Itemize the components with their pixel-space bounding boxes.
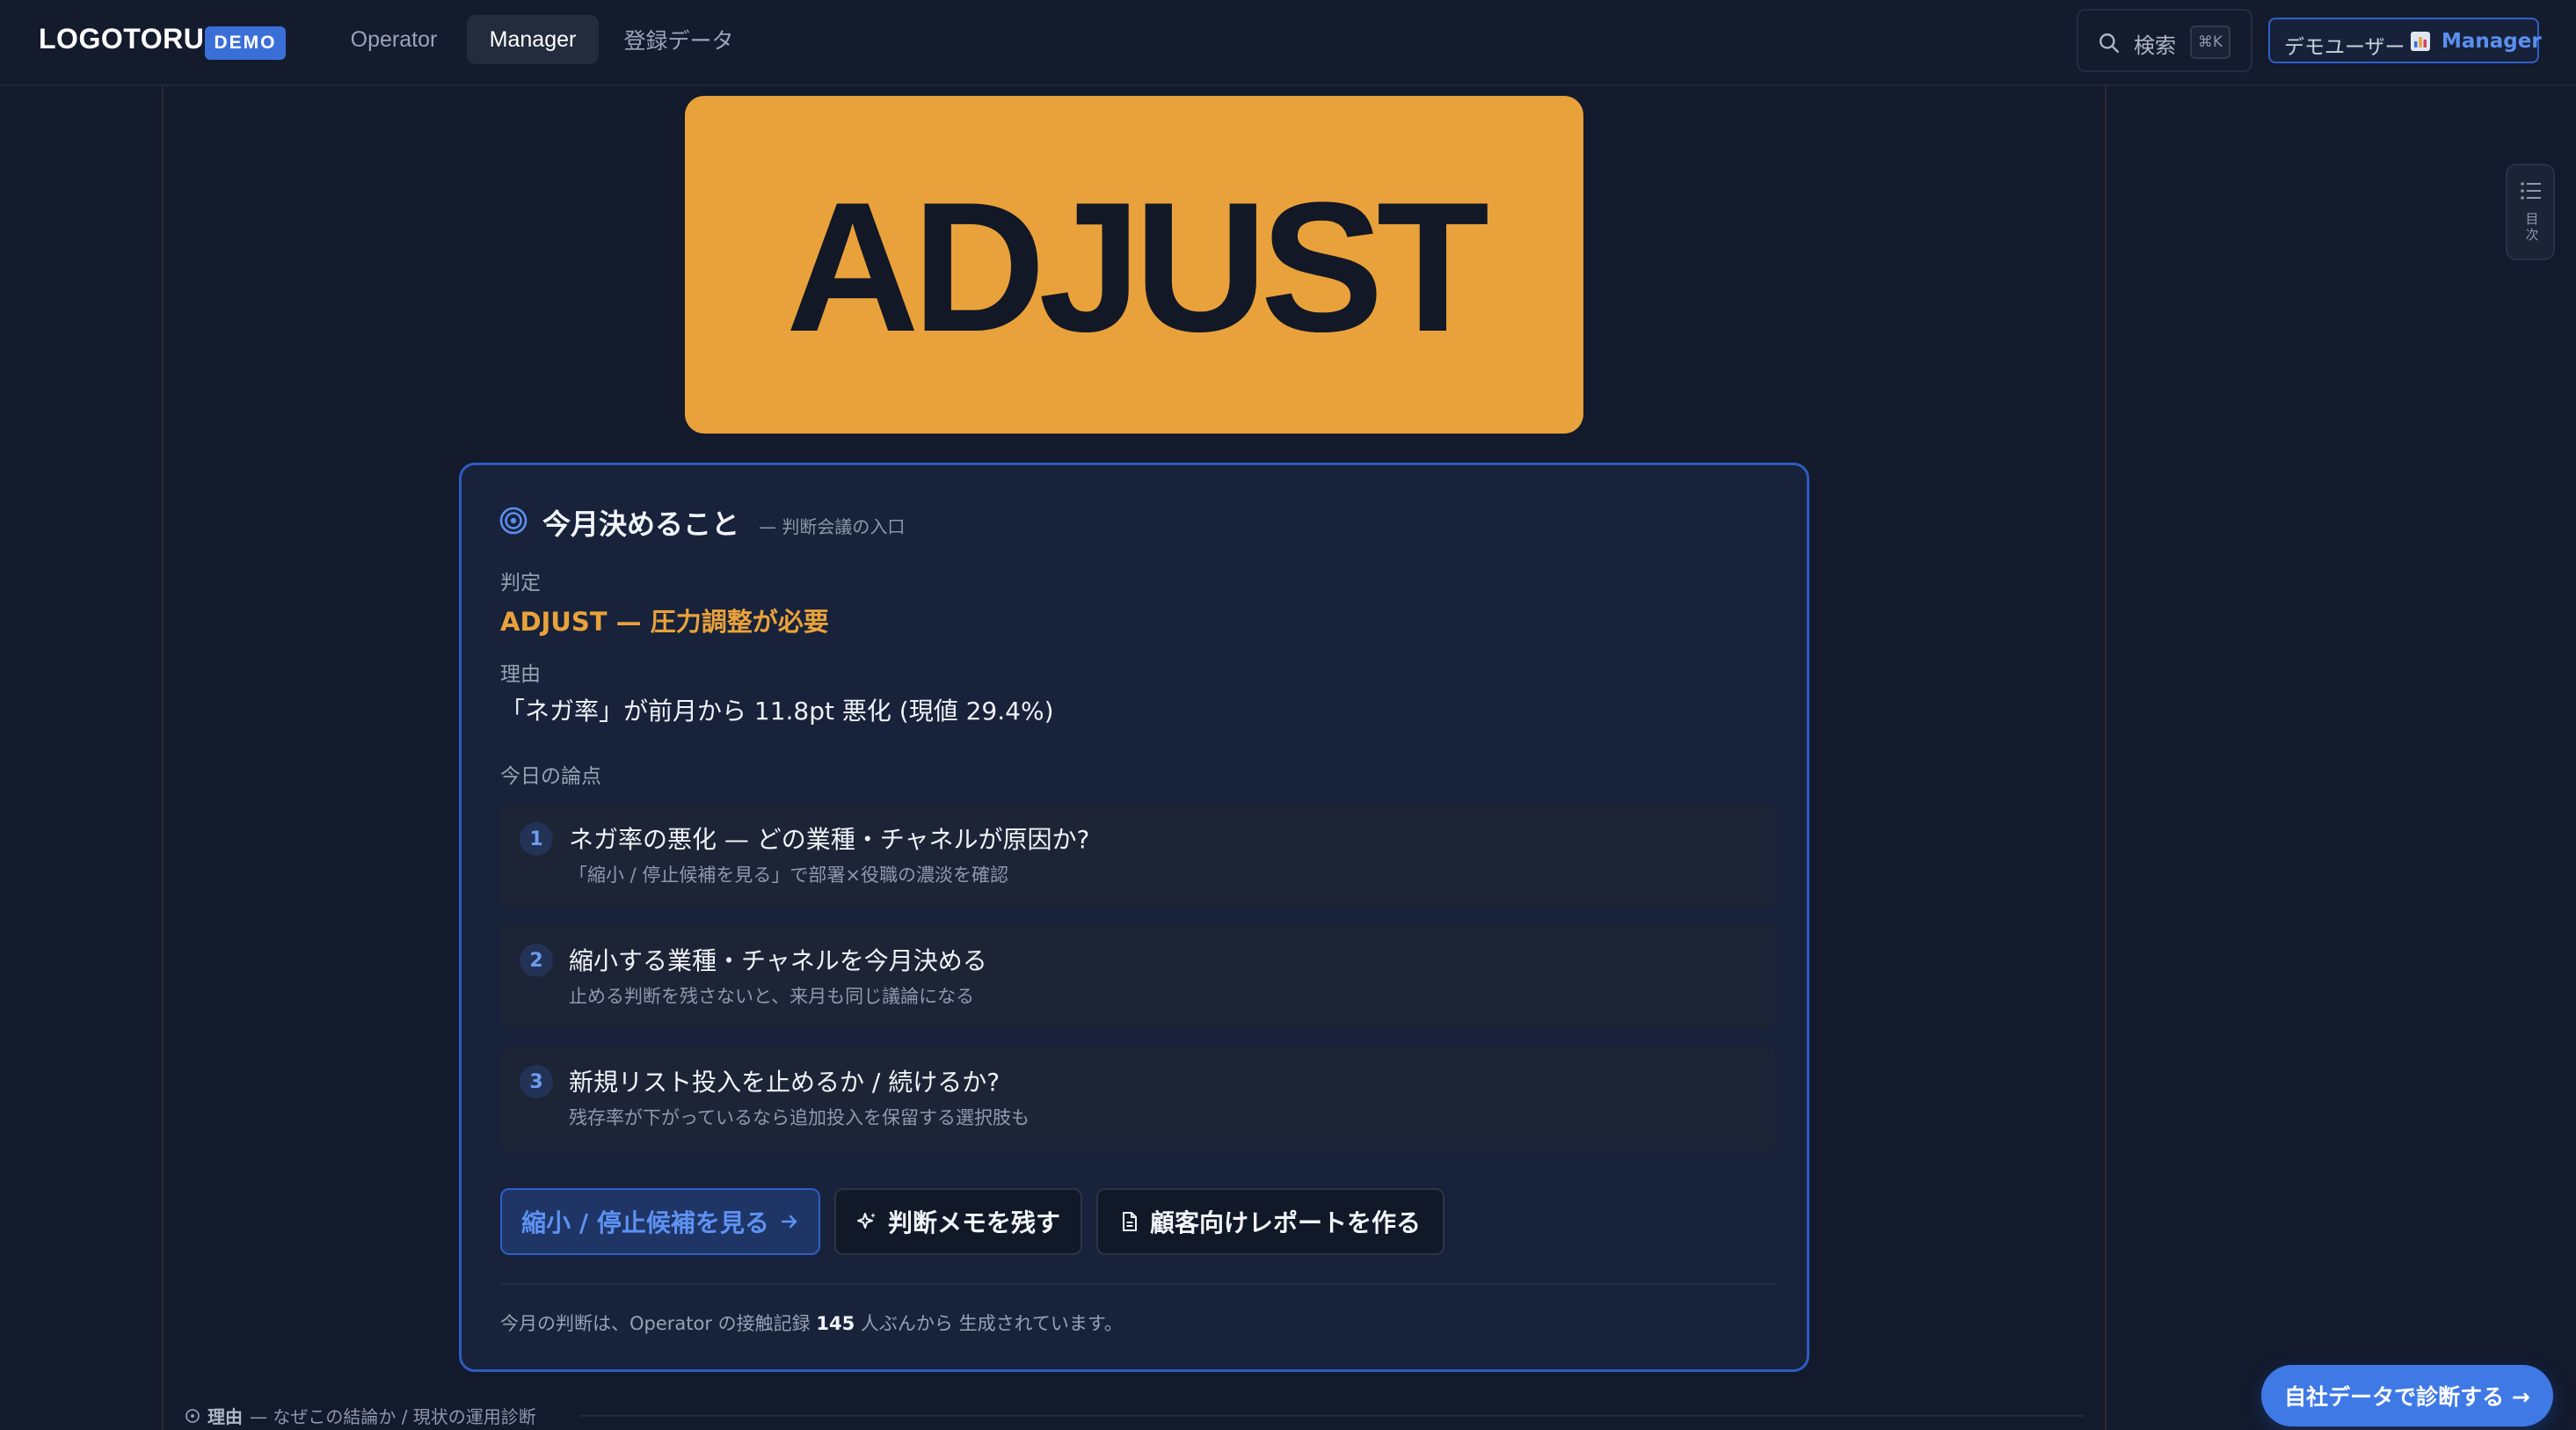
card-divider (500, 1283, 1775, 1285)
info-circle-icon (186, 1408, 200, 1423)
user-name: デモユーザー (2284, 36, 2405, 59)
view-reduction-candidates-button[interactable]: 縮小 / 停止候補を見る (500, 1188, 820, 1255)
generation-footnote: 今月の判断は、Operator の接触記録 145 人ぶんから 生成されています… (500, 1310, 1123, 1336)
sparkle-icon (856, 1213, 876, 1229)
reason-section-subtitle: — なぜこの結論か / 現状の運用診断 (250, 1406, 536, 1427)
target-icon (499, 507, 528, 535)
section-divider (580, 1415, 2084, 1417)
decision-card: 今月決めること — 判断会議の入口 判定 ADJUST — 圧力調整が必要 理由… (459, 463, 1809, 1372)
point-description: 「縮小 / 停止候補を見る」で部署×役職の濃淡を確認 (569, 865, 1009, 886)
demo-badge: DEMO (205, 26, 286, 60)
user-menu-button[interactable]: デモユーザー Manager (2268, 18, 2542, 63)
point-number: 1 (520, 822, 553, 856)
create-customer-report-label: 顧客向けレポートを作る (1149, 1208, 1421, 1237)
point-number: 2 (520, 944, 553, 977)
reason-section-title: 理由 (207, 1406, 243, 1427)
list-icon (2521, 182, 2541, 200)
user-role: Manager (2441, 30, 2542, 53)
verdict-value: ADJUST — 圧力調整が必要 (500, 607, 829, 637)
content-guide-right (2105, 86, 2107, 1430)
footnote-prefix: 今月の判断は、Operator の接触記録 (500, 1313, 811, 1334)
diagnose-own-data-button[interactable]: 自社データで診断する → (2261, 1365, 2553, 1426)
discussion-point: 2 縮小する業種・チャネルを今月決める 止める判断を残さないと、来月も同じ議論に… (500, 924, 1775, 1030)
arrow-right-icon (781, 1215, 797, 1229)
app-logo[interactable]: LOGOTORU (39, 23, 204, 55)
content-guide-left (162, 86, 164, 1430)
reason-section-header[interactable]: 理由 — なぜこの結論か / 現状の運用診断 (185, 1403, 536, 1428)
save-decision-memo-button[interactable]: 判断メモを残す (834, 1188, 1082, 1255)
toc-label: 目次 (2525, 211, 2539, 243)
table-of-contents-button[interactable]: 目次 (2506, 164, 2555, 260)
create-customer-report-button[interactable]: 顧客向けレポートを作る (1096, 1188, 1444, 1255)
bar-chart-icon (2411, 32, 2430, 51)
footnote-suffix: 人ぶんから 生成されています。 (860, 1313, 1123, 1334)
search-icon (2099, 33, 2119, 53)
discussion-point: 1 ネガ率の悪化 — どの業種・チャネルが原因か? 「縮小 / 停止候補を見る」… (500, 803, 1775, 908)
verdict-banner-text: ADJUST (785, 164, 1489, 370)
card-subtitle: — 判断会議の入口 (759, 516, 906, 537)
reason-value: 「ネガ率」が前月から 11.8pt 悪化 (現値 29.4%) (500, 697, 1054, 726)
search-button[interactable]: 検索 ⌘K (2077, 9, 2252, 72)
contact-count: 145 (816, 1313, 855, 1334)
point-description: 残存率が下がっているなら追加投入を保留する選択肢も (569, 1107, 1030, 1128)
point-number: 3 (520, 1065, 553, 1098)
point-title: ネガ率の悪化 — どの業種・チャネルが原因か? (569, 825, 1090, 854)
verdict-label: 判定 (500, 572, 541, 595)
point-description: 止める判断を残さないと、来月も同じ議論になる (569, 986, 975, 1007)
tab-manager[interactable]: Manager (467, 15, 599, 64)
card-title: 今月決めること (542, 507, 740, 541)
tab-operator[interactable]: Operator (332, 15, 455, 64)
verdict-banner: ADJUST (685, 96, 1583, 434)
points-label: 今日の論点 (500, 765, 601, 788)
save-decision-memo-label: 判断メモを残す (887, 1208, 1060, 1237)
top-navigation-bar: LOGOTORU DEMO Operator Manager 登録データ 検索 … (0, 0, 2576, 86)
tab-registered-data[interactable]: 登録データ (609, 15, 748, 64)
search-label: 検索 (2134, 33, 2176, 58)
point-title: 新規リスト投入を止めるか / 続けるか? (569, 1068, 1001, 1097)
view-reduction-candidates-label: 縮小 / 停止候補を見る (521, 1208, 769, 1237)
reason-label: 理由 (500, 663, 541, 686)
point-title: 縮小する業種・チャネルを今月決める (569, 946, 987, 975)
document-icon (1122, 1212, 1137, 1231)
search-shortcut: ⌘K (2190, 26, 2230, 59)
discussion-point: 3 新規リスト投入を止めるか / 続けるか? 残存率が下がっているなら追加投入を… (500, 1046, 1775, 1151)
